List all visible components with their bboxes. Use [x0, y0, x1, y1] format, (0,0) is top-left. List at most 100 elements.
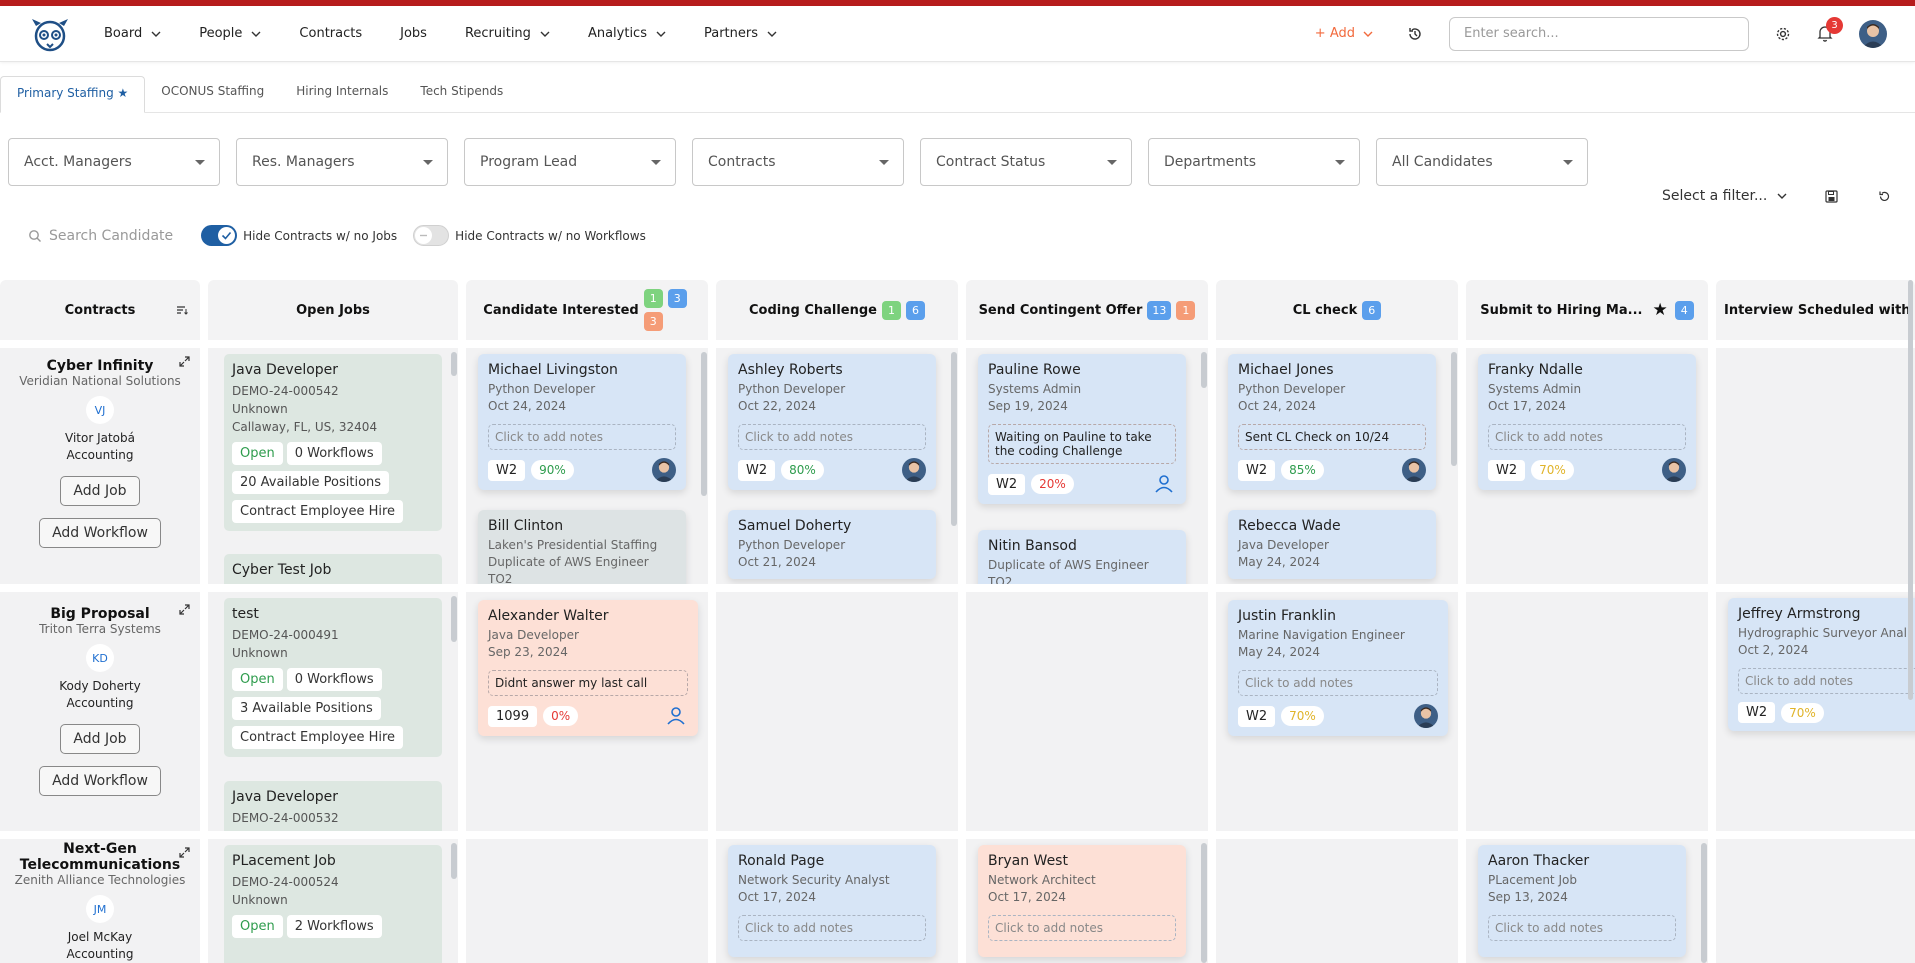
recruiter-avatar[interactable]: [1402, 458, 1426, 482]
nav-item-people[interactable]: People: [199, 26, 261, 41]
candidate-card[interactable]: Jeffrey Armstrong Hydrographic Surveyor …: [1728, 598, 1915, 731]
add-workflow-button[interactable]: Add Workflow: [39, 518, 161, 548]
recruiter-avatar[interactable]: [902, 458, 926, 482]
add-job-button[interactable]: Add Job: [60, 476, 140, 506]
nav-item-contracts[interactable]: Contracts: [299, 26, 362, 41]
candidate-card[interactable]: Samuel Doherty Python Developer Oct 21, …: [728, 510, 936, 579]
scrollbar[interactable]: [1451, 352, 1457, 466]
candidate-card[interactable]: Alexander Walter Java Developer Sep 23, …: [478, 600, 698, 736]
recruiter-avatar[interactable]: [1414, 704, 1438, 728]
scrollbar[interactable]: [701, 352, 707, 496]
star-icon[interactable]: ★: [1652, 300, 1667, 320]
add-workflow-button[interactable]: Add Workflow: [39, 766, 161, 796]
job-card[interactable]: Java Developer DEMO-24-000542 Unknown Ca…: [224, 354, 442, 531]
candidate-card[interactable]: Michael Jones Python Developer Oct 24, 2…: [1228, 354, 1436, 490]
save-filter-icon[interactable]: [1825, 189, 1838, 203]
expand-icon[interactable]: [179, 356, 190, 367]
gear-icon[interactable]: [1775, 26, 1791, 42]
candidate-card[interactable]: Nitin Bansod Duplicate of AWS Engineer T…: [978, 530, 1186, 584]
scrollbar[interactable]: [1201, 352, 1207, 388]
person-icon[interactable]: [664, 704, 688, 728]
job-card[interactable]: Cyber Test Job: [224, 554, 442, 584]
candidate-notes[interactable]: Click to add notes: [1488, 424, 1686, 450]
filter-dropdown-6[interactable]: All Candidates: [1376, 138, 1588, 186]
candidate-card[interactable]: Aaron Thacker PLacement Job Sep 13, 2024…: [1478, 845, 1686, 957]
expand-icon[interactable]: [179, 604, 190, 615]
scrollbar[interactable]: [451, 596, 457, 642]
filter-dropdown-1[interactable]: Res. Managers: [236, 138, 448, 186]
job-card[interactable]: PLacement Job DEMO-24-000524 Unknown Ope…: [224, 845, 442, 963]
candidate-notes[interactable]: Click to add notes: [988, 915, 1176, 941]
scrollbar[interactable]: [1701, 843, 1707, 963]
candidate-card[interactable]: Bill Clinton Laken's Presidential Staffi…: [478, 510, 686, 584]
job-type-pill: Contract Employee Hire: [232, 500, 404, 523]
brand-logo-icon[interactable]: [28, 16, 72, 52]
contract-name[interactable]: Big Proposal: [0, 606, 200, 622]
job-card[interactable]: test DEMO-24-000491 Unknown Open 0 Workfl…: [224, 598, 442, 757]
add-menu-button[interactable]: + Add: [1315, 26, 1373, 41]
user-avatar[interactable]: [1859, 19, 1887, 48]
nav-item-analytics[interactable]: Analytics: [588, 26, 666, 41]
candidate-notes[interactable]: Waiting on Pauline to take the coding Ch…: [988, 424, 1176, 464]
scrollbar[interactable]: [451, 843, 457, 879]
nav-item-recruiting[interactable]: Recruiting: [465, 26, 550, 41]
stage-header-2[interactable]: Send Contingent Offer 13 1: [966, 280, 1208, 340]
candidate-card[interactable]: Ashley Roberts Python Developer Oct 22, …: [728, 354, 936, 490]
select-filter-dropdown[interactable]: Select a filter...: [1662, 188, 1767, 204]
nav-item-board[interactable]: Board: [104, 26, 161, 41]
nav-item-jobs[interactable]: Jobs: [400, 26, 427, 41]
candidate-card[interactable]: Michael Livingston Python Developer Oct …: [478, 354, 686, 490]
candidate-notes[interactable]: Sent CL Check on 10/24: [1238, 424, 1426, 450]
contract-name[interactable]: Cyber Infinity: [0, 358, 200, 374]
filter-dropdown-5[interactable]: Departments: [1148, 138, 1360, 186]
expand-icon[interactable]: [179, 847, 190, 858]
hide-no-workflows-toggle[interactable]: [413, 225, 450, 246]
person-icon[interactable]: [1152, 472, 1176, 496]
hide-no-jobs-toggle[interactable]: [201, 225, 238, 246]
filter-dropdown-0[interactable]: Acct. Managers: [8, 138, 220, 186]
filter-dropdown-3[interactable]: Contracts: [692, 138, 904, 186]
add-job-button[interactable]: Add Job: [60, 724, 140, 754]
page-scrollbar[interactable]: [1908, 280, 1913, 700]
history-icon[interactable]: [1407, 26, 1423, 42]
chevron-down-icon: [1363, 31, 1373, 37]
bell-icon[interactable]: 3: [1817, 17, 1843, 42]
scrollbar[interactable]: [1201, 843, 1207, 963]
tab-0[interactable]: Primary Staffing ★: [0, 76, 146, 113]
candidate-card[interactable]: Rebecca Wade Java Developer May 24, 2024: [1228, 510, 1436, 579]
candidate-card[interactable]: Franky Ndalle Systems Admin Oct 17, 2024…: [1478, 354, 1696, 490]
stage-header-1[interactable]: Coding Challenge 1 6: [716, 280, 958, 340]
tab-2[interactable]: Hiring Internals: [280, 84, 404, 112]
scrollbar[interactable]: [451, 352, 457, 376]
candidate-card[interactable]: Pauline Rowe Systems Admin Sep 19, 2024 …: [978, 354, 1186, 504]
sort-filter-icon[interactable]: [176, 305, 188, 315]
candidate-notes[interactable]: Click to add notes: [1238, 670, 1438, 696]
candidate-notes[interactable]: Click to add notes: [488, 424, 676, 450]
global-search-input[interactable]: [1449, 16, 1749, 51]
contract-name[interactable]: Next-Gen Telecommunications: [0, 841, 200, 873]
scrollbar[interactable]: [951, 352, 957, 526]
candidate-notes[interactable]: Click to add notes: [738, 424, 926, 450]
candidate-card[interactable]: Bryan West Network Architect Oct 17, 202…: [978, 845, 1186, 957]
candidate-notes[interactable]: Didnt answer my last call: [488, 670, 688, 696]
reset-filter-icon[interactable]: [1878, 190, 1891, 203]
candidate-notes[interactable]: Click to add notes: [1738, 668, 1915, 694]
tab-1[interactable]: OCONUS Staffing: [145, 84, 280, 112]
recruiter-avatar[interactable]: [1662, 458, 1686, 482]
tab-3[interactable]: Tech Stipends: [404, 84, 519, 112]
stage-header-3[interactable]: CL check 6: [1216, 280, 1458, 340]
candidate-card[interactable]: Ronald Page Network Security Analyst Oct…: [728, 845, 936, 957]
filter-dropdown-4[interactable]: Contract Status: [920, 138, 1132, 186]
search-candidate-input[interactable]: Search Candidate: [49, 228, 173, 244]
filter-dropdown-2[interactable]: Program Lead: [464, 138, 676, 186]
job-card[interactable]: Java Developer DEMO-24-000532: [224, 781, 442, 831]
candidate-notes[interactable]: Click to add notes: [1488, 915, 1676, 941]
stage-count-badge: 3: [643, 312, 663, 331]
stage-header-4[interactable]: Submit to Hiring Ma... ★ 4: [1466, 280, 1708, 340]
candidate-notes[interactable]: Click to add notes: [738, 915, 926, 941]
recruiter-avatar[interactable]: [652, 458, 676, 482]
stage-header-0[interactable]: Candidate Interested 1 3 3: [466, 280, 708, 340]
stage-header-5[interactable]: Interview Scheduled with ...: [1716, 280, 1915, 340]
nav-item-partners[interactable]: Partners: [704, 26, 777, 41]
candidate-card[interactable]: Justin Franklin Marine Navigation Engine…: [1228, 600, 1448, 736]
